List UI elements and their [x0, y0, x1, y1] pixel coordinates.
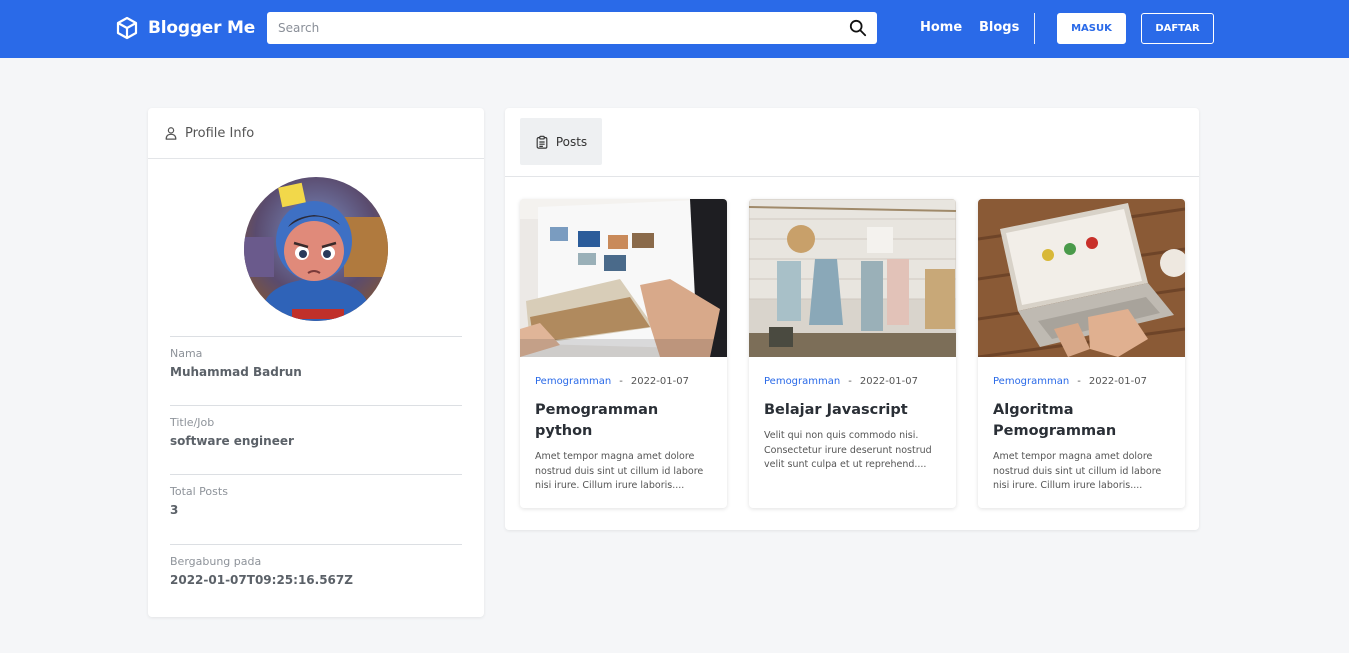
search-input[interactable] — [267, 12, 877, 44]
profile-field-title: Title/Job software engineer — [170, 405, 462, 448]
post-title[interactable]: Pemogramman python — [535, 400, 715, 442]
nav-divider — [1034, 13, 1035, 44]
post-card[interactable]: Pemogramman - 2022-01-07 Belajar Javascr… — [749, 199, 956, 508]
profile-card: Profile Info Nama Muhammad Badrun Title/… — [148, 108, 484, 617]
post-category[interactable]: Pemogramman — [535, 376, 611, 387]
clipboard-icon — [536, 135, 548, 149]
field-label: Title/Job — [170, 416, 215, 429]
field-label: Bergabung pada — [170, 555, 262, 568]
navbar: Blogger Me Home Blogs MASUK DAFTAR — [0, 0, 1349, 58]
profile-card-header: Profile Info — [148, 108, 484, 159]
cube-icon — [116, 16, 138, 40]
field-value: Muhammad Badrun — [170, 365, 302, 379]
search-bar — [267, 12, 877, 44]
field-label: Nama — [170, 347, 203, 360]
field-label: Total Posts — [170, 485, 228, 498]
post-date: 2022-01-07 — [630, 376, 689, 387]
post-title[interactable]: Algoritma Pemogramman — [993, 400, 1173, 442]
post-thumbnail — [520, 199, 727, 357]
post-date: 2022-01-07 — [1088, 376, 1147, 387]
user-icon — [165, 127, 177, 140]
nav-link-home[interactable]: Home — [920, 20, 962, 35]
post-excerpt: Amet tempor magna amet dolore nostrud du… — [535, 451, 704, 492]
field-value: 3 — [170, 503, 179, 517]
profile-card-title: Profile Info — [185, 125, 255, 141]
post-title[interactable]: Belajar Javascript — [764, 400, 944, 421]
post-excerpt: Amet tempor magna amet dolore nostrud du… — [993, 451, 1162, 492]
tab-posts[interactable]: Posts — [520, 118, 602, 165]
meta-separator: - — [1077, 376, 1081, 387]
search-icon[interactable] — [849, 19, 867, 37]
tab-posts-label: Posts — [555, 134, 588, 149]
post-category[interactable]: Pemogramman — [764, 376, 840, 387]
meta-separator: - — [619, 376, 623, 387]
post-meta: Pemogramman - 2022-01-07 — [993, 376, 1147, 387]
post-date: 2022-01-07 — [859, 376, 918, 387]
brand-name: Blogger Me — [148, 18, 256, 38]
profile-field-joined: Bergabung pada 2022-01-07T09:25:16.567Z — [170, 544, 462, 587]
avatar-image — [244, 177, 388, 321]
post-meta: Pemogramman - 2022-01-07 — [764, 376, 918, 387]
post-card[interactable]: Pemogramman - 2022-01-07 Algoritma Pemog… — [978, 199, 1185, 508]
profile-field-total-posts: Total Posts 3 — [170, 474, 462, 517]
nav-link-blogs[interactable]: Blogs — [979, 20, 1019, 35]
brand-logo[interactable]: Blogger Me — [115, 16, 255, 40]
post-thumbnail — [749, 199, 956, 357]
meta-separator: - — [848, 376, 852, 387]
login-button[interactable]: MASUK — [1057, 13, 1126, 44]
avatar — [244, 177, 388, 321]
post-excerpt: Velit qui non quis commodo nisi. Consect… — [764, 430, 932, 471]
profile-field-name: Nama Muhammad Badrun — [170, 336, 462, 379]
post-card[interactable]: Pemogramman - 2022-01-07 Pemogramman pyt… — [520, 199, 727, 508]
posts-card: Posts Pemogramman - 2022-01-07 Pemogramm… — [505, 108, 1199, 530]
post-meta: Pemogramman - 2022-01-07 — [535, 376, 689, 387]
field-value: software engineer — [170, 434, 294, 448]
field-value: 2022-01-07T09:25:16.567Z — [170, 573, 353, 587]
post-thumbnail — [978, 199, 1185, 357]
posts-card-header: Posts — [505, 108, 1199, 177]
register-button[interactable]: DAFTAR — [1141, 13, 1214, 44]
post-category[interactable]: Pemogramman — [993, 376, 1069, 387]
